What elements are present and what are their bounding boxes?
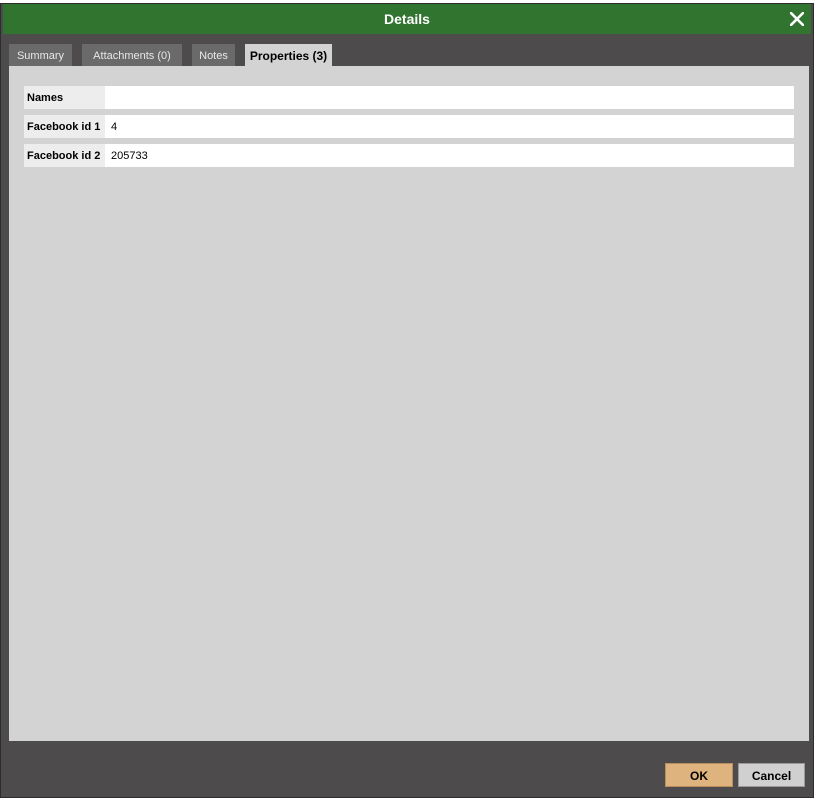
- tab-summary[interactable]: Summary: [9, 44, 72, 66]
- property-label: Facebook id 1: [24, 115, 105, 138]
- ok-button[interactable]: OK: [665, 763, 733, 787]
- dialog-title: Details: [384, 11, 430, 27]
- tab-properties[interactable]: Properties (3): [245, 44, 332, 66]
- cancel-button[interactable]: Cancel: [738, 763, 805, 787]
- tab-notes[interactable]: Notes: [192, 44, 235, 66]
- property-row: Facebook id 2 205733: [24, 144, 794, 167]
- property-value[interactable]: [105, 86, 794, 109]
- properties-panel: Names Facebook id 1 4 Facebook id 2 2057…: [9, 66, 809, 741]
- tab-attachments[interactable]: Attachments (0): [82, 44, 182, 66]
- close-icon: [790, 12, 804, 26]
- details-dialog: Details Summary Attachments (0) Notes Pr…: [0, 3, 814, 798]
- property-label: Names: [24, 86, 105, 109]
- property-value[interactable]: 4: [105, 115, 794, 138]
- property-label: Facebook id 2: [24, 144, 105, 167]
- close-button[interactable]: [785, 6, 809, 32]
- property-row: Names: [24, 86, 794, 109]
- title-bar: Details: [3, 4, 811, 34]
- property-row: Facebook id 1 4: [24, 115, 794, 138]
- property-value[interactable]: 205733: [105, 144, 794, 167]
